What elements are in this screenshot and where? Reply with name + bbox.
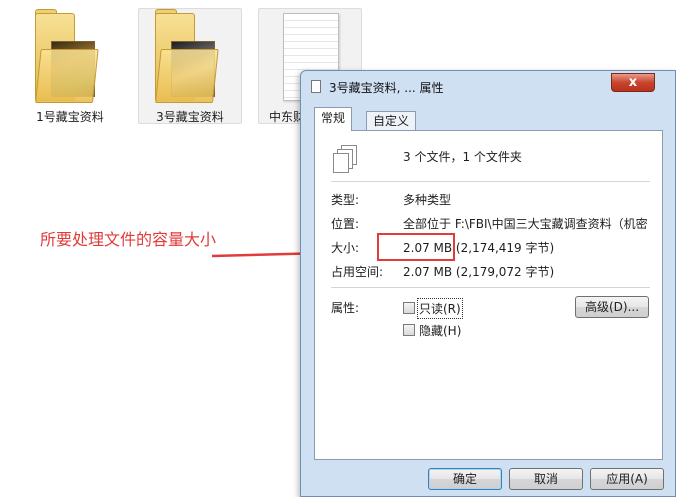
cancel-button[interactable]: 取消 bbox=[509, 468, 583, 490]
folder-item-3[interactable]: 3号藏宝资料 bbox=[138, 8, 242, 124]
disk-size-value: 2.07 MB (2,179,072 字节) bbox=[403, 265, 555, 279]
file-icon bbox=[311, 80, 321, 93]
ok-button[interactable]: 确定 bbox=[428, 468, 502, 490]
close-button[interactable]: x bbox=[611, 73, 655, 92]
readonly-checkbox[interactable] bbox=[403, 302, 415, 314]
folder-label: 1号藏宝资料 bbox=[36, 110, 104, 124]
attributes-label: 属性: bbox=[331, 301, 360, 315]
size-label: 大小: bbox=[331, 241, 360, 255]
divider bbox=[331, 181, 650, 182]
folder-label: 3号藏宝资料 bbox=[156, 110, 224, 124]
readonly-label[interactable]: 只读(R) bbox=[417, 298, 463, 319]
disk-size-label: 占用空间: bbox=[331, 265, 384, 279]
dialog-titlebar[interactable]: 3号藏宝资料, ... 属性 x bbox=[301, 71, 675, 101]
selection-summary: 3 个文件，1 个文件夹 bbox=[403, 150, 522, 164]
advanced-button[interactable]: 高级(D)... bbox=[575, 296, 649, 318]
folder-icon bbox=[35, 9, 107, 105]
location-label: 位置: bbox=[331, 217, 360, 231]
tab-general[interactable]: 常规 bbox=[314, 107, 353, 131]
hidden-checkbox[interactable] bbox=[403, 324, 415, 336]
folder-icon bbox=[155, 9, 227, 105]
size-highlight-box bbox=[377, 233, 455, 261]
hidden-label[interactable]: 隐藏(H) bbox=[419, 322, 461, 339]
tab-custom[interactable]: 自定义 bbox=[366, 111, 417, 131]
apply-button[interactable]: 应用(A) bbox=[590, 468, 664, 490]
type-value: 多种类型 bbox=[403, 193, 452, 207]
multiple-files-icon bbox=[333, 145, 359, 173]
dialog-title: 3号藏宝资料, ... 属性 bbox=[329, 81, 444, 95]
general-panel: 3 个文件，1 个文件夹 类型: 多种类型 位置: 全部位于 F:\FBI\中国… bbox=[314, 130, 663, 460]
folder-item-1[interactable]: 1号藏宝资料 bbox=[18, 8, 122, 124]
divider bbox=[331, 287, 650, 288]
type-label: 类型: bbox=[331, 193, 360, 207]
location-value: 全部位于 F:\FBI\中国三大宝藏调查资料（机密 bbox=[403, 217, 648, 231]
annotation-text: 所要处理文件的容量大小 bbox=[40, 230, 217, 249]
properties-dialog: 3号藏宝资料, ... 属性 x 常规 自定义 3 个文件，1 个文件夹 类型:… bbox=[300, 70, 676, 497]
